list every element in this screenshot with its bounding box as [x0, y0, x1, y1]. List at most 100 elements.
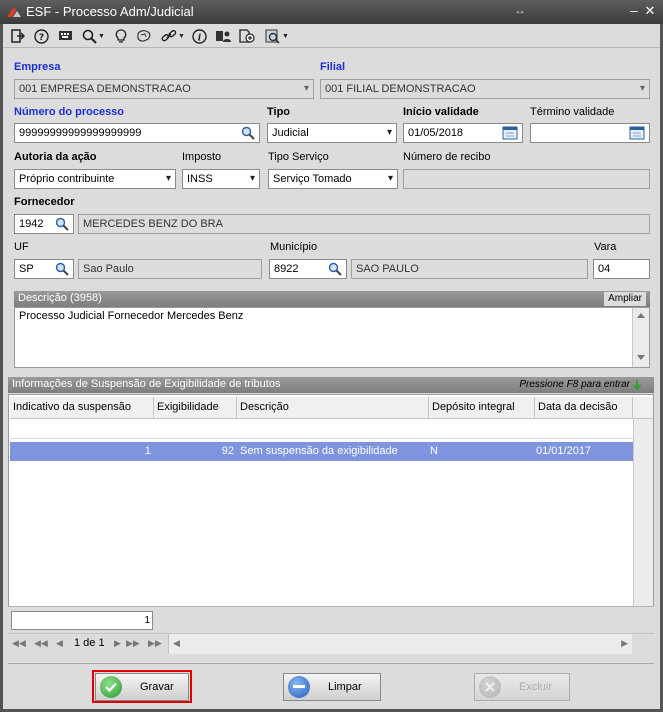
autoria-label: Autoria da ação — [14, 151, 97, 163]
fornecedor-name-value: MERCEDES BENZ DO BRA — [83, 218, 223, 230]
description-scrollbar[interactable] — [632, 308, 649, 367]
cell-exigibilidade: 92 — [221, 445, 234, 457]
tipo-value: Judicial — [272, 127, 309, 139]
suspension-header: Informações de Suspensão de Exigibilidad… — [8, 377, 654, 393]
navigator-bar: ◀◀ ◀◀ ◀ 1 de 1 ▶ ▶▶ ▶▶ ◀ ▶ — [8, 633, 654, 655]
bulb-icon[interactable] — [115, 27, 127, 45]
inicio-validade-input[interactable]: 01/05/2018 — [403, 123, 523, 143]
uf-code-value: SP — [19, 263, 34, 275]
minimize-button[interactable]: – — [627, 3, 641, 19]
description-textarea[interactable]: Processo Judicial Fornecedor Mercedes Be… — [14, 307, 650, 368]
info-icon[interactable]: i — [192, 27, 207, 45]
scroll-down-icon[interactable] — [637, 355, 645, 360]
fornecedor-code-input[interactable]: 1942 — [14, 214, 74, 234]
expand-button[interactable]: Ampliar — [604, 292, 646, 306]
first-page-icon[interactable]: ◀◀ — [12, 638, 26, 649]
search-icon[interactable]: ▼ — [82, 27, 105, 45]
last-page-icon[interactable]: ▶▶ — [148, 638, 162, 649]
scroll-left-icon[interactable]: ◀ — [173, 638, 180, 649]
numero-processo-value: 99999999999999999999 — [19, 127, 142, 139]
map-icon[interactable] — [136, 27, 152, 45]
suspension-header-label: Informações de Suspensão de Exigibilidad… — [12, 378, 281, 390]
resize-arrows-icon[interactable]: ↔ — [514, 3, 526, 17]
prev-page-icon[interactable]: ◀ — [56, 638, 63, 649]
municipio-code-input[interactable]: 8922 — [269, 259, 347, 279]
calendar-icon[interactable] — [502, 126, 518, 140]
tipo-servico-label: Tipo Serviço — [268, 151, 329, 163]
save-button-label: Gravar — [140, 681, 174, 693]
empresa-value: 001 EMPRESA DEMONSTRACAO — [19, 83, 191, 95]
grid-horizontal-scrollbar[interactable]: ◀ ▶ — [168, 634, 632, 654]
report-icon[interactable]: ▼ — [265, 27, 289, 45]
municipio-name-value: SAO PAULO — [356, 263, 419, 275]
numero-recibo-field — [403, 169, 650, 189]
uf-name-value: Sao Paulo — [83, 263, 134, 275]
imposto-label: Imposto — [182, 151, 222, 163]
add-document-icon[interactable] — [239, 27, 255, 45]
minus-icon — [288, 676, 310, 698]
tipo-select[interactable]: Judicial — [267, 123, 397, 143]
search-icon[interactable] — [328, 262, 342, 276]
delete-button[interactable]: Excluir — [474, 673, 570, 701]
next-page-group-icon[interactable]: ▶▶ — [126, 638, 140, 649]
new-row[interactable] — [10, 419, 633, 439]
search-icon[interactable] — [241, 126, 255, 140]
fornecedor-label: Fornecedor — [14, 196, 75, 208]
empresa-select[interactable]: 001 EMPRESA DEMONSTRACAO — [14, 79, 314, 99]
delete-button-label: Excluir — [519, 681, 553, 693]
tipo-servico-select[interactable]: Serviço Tomado — [268, 169, 398, 189]
cell-data-decisao: 01/01/2017 — [536, 445, 592, 457]
clear-button[interactable]: Limpar — [283, 673, 381, 701]
arrow-down-icon[interactable] — [632, 379, 642, 391]
chevron-down-icon: ▼ — [282, 32, 289, 40]
user-icon[interactable] — [215, 27, 231, 45]
uf-code-input[interactable]: SP — [14, 259, 74, 279]
table-row[interactable]: 1 92 Sem suspensão da exigibilidade N 01… — [10, 442, 633, 461]
help-icon[interactable]: ? — [34, 27, 49, 45]
grid-vertical-scrollbar[interactable] — [633, 419, 653, 607]
svg-text:?: ? — [39, 33, 44, 43]
column-header-data-decisao[interactable]: Data da decisão — [535, 397, 633, 419]
calendar-icon[interactable] — [629, 126, 645, 140]
x-icon — [479, 676, 501, 698]
cell-deposito: N — [430, 445, 438, 457]
scroll-up-icon[interactable] — [637, 313, 645, 318]
termino-validade-input[interactable] — [530, 123, 650, 143]
numero-processo-label: Número do processo — [14, 106, 125, 118]
inicio-validade-label: Início validade — [403, 106, 479, 118]
column-header-deposito[interactable]: Depósito integral — [429, 397, 535, 419]
prev-page-group-icon[interactable]: ◀◀ — [34, 638, 48, 649]
svg-text:i: i — [198, 33, 202, 43]
column-header-filler — [633, 397, 653, 419]
save-button[interactable]: Gravar — [95, 673, 189, 701]
search-icon[interactable] — [55, 217, 69, 231]
keyboard-icon[interactable] — [58, 27, 74, 45]
fornecedor-name-field: MERCEDES BENZ DO BRA — [78, 214, 650, 234]
filial-label: Filial — [320, 61, 346, 73]
grid-footer: 1 ◀◀ ◀◀ ◀ 1 de 1 ▶ ▶▶ ▶▶ ◀ ▶ — [8, 606, 654, 656]
exit-icon[interactable] — [11, 27, 25, 45]
row-count-field: 1 — [11, 611, 153, 630]
uf-label: UF — [14, 241, 29, 253]
search-icon[interactable] — [55, 262, 69, 276]
page-indicator: 1 de 1 — [74, 637, 105, 649]
imposto-select[interactable]: INSS — [182, 169, 260, 189]
row-count-value: 1 — [144, 615, 150, 626]
close-button[interactable]: ✕ — [643, 3, 657, 19]
column-header-indicativo[interactable]: Indicativo da suspensão — [10, 397, 154, 419]
footer-divider — [8, 663, 654, 664]
inicio-validade-value: 01/05/2018 — [408, 127, 464, 139]
tipo-servico-value: Serviço Tomado — [273, 173, 352, 185]
column-header-exigibilidade[interactable]: Exigibilidade — [154, 397, 237, 419]
termino-validade-label: Término validade — [530, 106, 615, 118]
scroll-right-icon[interactable]: ▶ — [621, 638, 628, 649]
autoria-select[interactable]: Próprio contribuinte — [14, 169, 176, 189]
numero-processo-input[interactable]: 99999999999999999999 — [14, 123, 260, 143]
column-header-descricao[interactable]: Descrição — [237, 397, 429, 419]
vara-input[interactable]: 04 — [593, 259, 650, 279]
tipo-label: Tipo — [267, 106, 291, 118]
app-logo-icon — [7, 7, 21, 17]
link-icon[interactable]: ▼ — [161, 27, 185, 45]
filial-select[interactable]: 001 FILIAL DEMONSTRACAO — [320, 79, 650, 99]
next-page-icon[interactable]: ▶ — [114, 638, 121, 649]
